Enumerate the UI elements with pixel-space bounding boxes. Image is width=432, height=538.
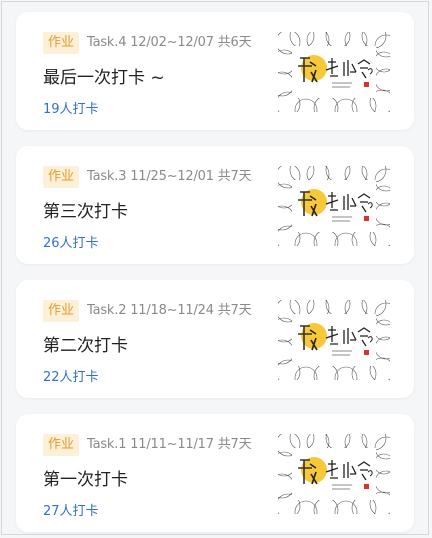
checkin-count: 19人打卡 bbox=[43, 102, 99, 117]
checkin-count: 22人打卡 bbox=[43, 370, 99, 385]
task-card[interactable]: 作业 Task.1 11/11~11/17 共7天 第一次打卡 27人打卡 bbox=[16, 414, 414, 532]
task-card[interactable]: 作业 Task.2 11/18~11/24 共7天 第二次打卡 22人打卡 bbox=[16, 280, 414, 398]
task-title: 第三次打卡 bbox=[43, 202, 128, 222]
task-title: 第二次打卡 bbox=[43, 336, 128, 356]
reader-association-logo bbox=[278, 166, 390, 246]
checkin-count: 26人打卡 bbox=[43, 236, 99, 251]
reader-association-logo bbox=[278, 300, 390, 380]
task-thumbnail bbox=[278, 300, 390, 380]
homework-tag: 作业 bbox=[43, 166, 80, 188]
task-title: 第一次打卡 bbox=[43, 470, 128, 490]
task-meta: Task.3 11/25~12/01 共7天 bbox=[87, 169, 252, 184]
task-list: 作业 Task.4 12/02~12/07 共6天 最后一次打卡 ~ 19人打卡 bbox=[1, 1, 429, 535]
homework-tag: 作业 bbox=[43, 300, 80, 322]
reader-association-logo bbox=[278, 434, 390, 514]
task-meta: Task.1 11/11~11/17 共7天 bbox=[87, 437, 252, 452]
homework-tag: 作业 bbox=[43, 32, 80, 54]
task-title: 最后一次打卡 ~ bbox=[43, 68, 165, 88]
task-card[interactable]: 作业 Task.4 12/02~12/07 共6天 最后一次打卡 ~ 19人打卡 bbox=[16, 12, 414, 130]
task-thumbnail bbox=[278, 434, 390, 514]
task-thumbnail bbox=[278, 166, 390, 246]
task-thumbnail bbox=[278, 32, 390, 112]
homework-tag: 作业 bbox=[43, 434, 80, 456]
reader-association-logo bbox=[278, 32, 390, 112]
checkin-count: 27人打卡 bbox=[43, 504, 99, 519]
task-meta: Task.2 11/18~11/24 共7天 bbox=[87, 303, 252, 318]
task-card[interactable]: 作业 Task.3 11/25~12/01 共7天 第三次打卡 26人打卡 bbox=[16, 146, 414, 264]
task-meta: Task.4 12/02~12/07 共6天 bbox=[87, 35, 252, 50]
